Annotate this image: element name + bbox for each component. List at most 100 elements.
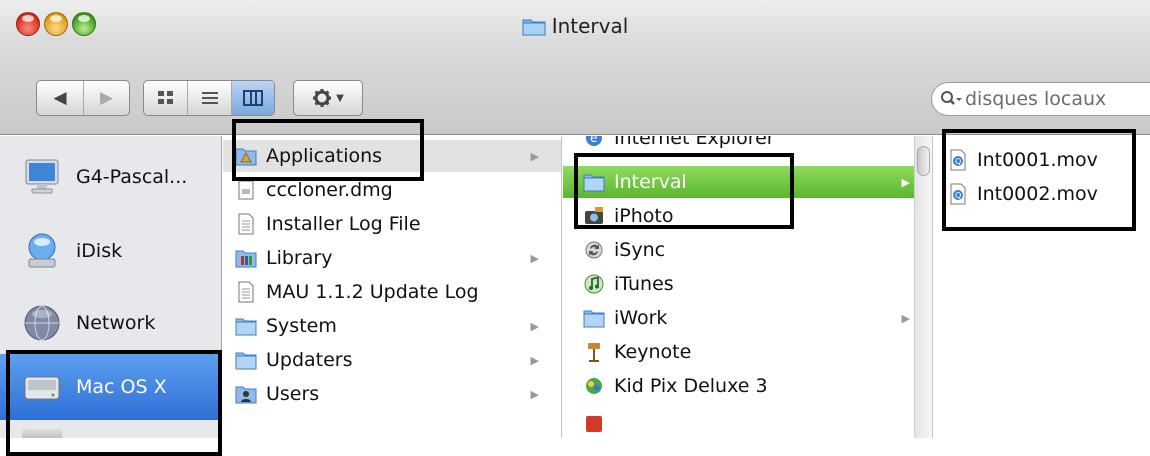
back-button[interactable]: ◀	[37, 81, 83, 115]
sidebar-item-label: iDisk	[76, 240, 123, 262]
row-label: Internet Explorer	[614, 136, 775, 149]
list-item[interactable]: Keynote	[563, 336, 932, 368]
disclosure-arrow-icon: ▶	[530, 149, 539, 163]
svg-text:Q: Q	[955, 157, 961, 166]
back-arrow-icon: ◀	[53, 88, 67, 108]
list-item[interactable]: cccloner.dmg	[223, 174, 561, 206]
row-label: MAU 1.1.2 Update Log	[266, 281, 479, 303]
search-field[interactable]: disques locaux	[931, 82, 1150, 116]
row-label: iWork	[614, 307, 668, 329]
row-label: cccloner.dmg	[266, 179, 393, 201]
window-title: Interval	[551, 14, 629, 38]
scrollbar-thumb[interactable]	[917, 146, 930, 176]
sidebar-item-partial	[22, 426, 62, 438]
list-item[interactable]: Library ▶	[223, 242, 561, 274]
row-label: Kid Pix Deluxe 3	[614, 375, 768, 397]
finder-content: G4-Pascal... iDisk Network Mac OS X Appl…	[0, 136, 1150, 438]
row-label: System	[266, 315, 337, 337]
row-label: Interval	[614, 171, 687, 193]
column-view-icon	[242, 90, 263, 106]
row-label: iPhoto	[614, 205, 674, 227]
folder-icon	[235, 350, 257, 370]
navigation-buttons: ◀ ▶	[36, 80, 130, 116]
app-icon	[583, 413, 605, 435]
keynote-icon	[583, 341, 605, 363]
disclosure-arrow-icon: ▶	[901, 311, 910, 325]
chevron-down-icon: ▼	[336, 92, 344, 104]
action-button[interactable]: ▼	[294, 81, 362, 115]
disk-image-icon	[235, 179, 257, 201]
folder-icon	[583, 308, 605, 328]
search-placeholder: disques locaux	[965, 88, 1107, 110]
movie-file-icon: Q	[948, 183, 968, 205]
disclosure-arrow-icon: ▶	[530, 353, 539, 367]
sidebar: G4-Pascal... iDisk Network Mac OS X	[0, 136, 222, 438]
sidebar-item-mac-os-x[interactable]: Mac OS X	[0, 354, 222, 420]
folder-icon	[522, 16, 546, 36]
list-item[interactable]: Kid Pix Deluxe 3	[563, 370, 932, 402]
window-toolbar: Interval ◀ ▶ ▼ disques locaux	[0, 0, 1150, 135]
svg-text:e: e	[590, 136, 597, 145]
list-item[interactable]: Applications ▶	[223, 140, 561, 172]
list-item[interactable]: Q Int0001.mov	[934, 144, 1150, 176]
itunes-icon	[583, 273, 605, 295]
isync-icon	[583, 239, 605, 261]
hard-drive-icon	[22, 367, 62, 407]
list-item[interactable]: Updaters ▶	[223, 344, 561, 376]
library-folder-icon	[235, 248, 257, 268]
sidebar-item-network[interactable]: Network	[0, 290, 222, 356]
iphoto-icon	[583, 205, 605, 227]
forward-arrow-icon: ▶	[99, 88, 114, 108]
sidebar-item-idisk[interactable]: iDisk	[0, 218, 222, 284]
column-root: Applications ▶ cccloner.dmg Installer Lo…	[223, 136, 562, 438]
action-menu-button[interactable]: ▼	[293, 80, 363, 116]
list-item[interactable]: iPhoto	[563, 200, 932, 232]
title-bar: Interval	[0, 14, 1150, 40]
row-label: Keynote	[614, 341, 692, 363]
list-item[interactable]: Q Int0002.mov	[934, 178, 1150, 210]
idisk-icon	[22, 231, 62, 271]
list-item[interactable]: MAU 1.1.2 Update Log	[223, 276, 561, 308]
vertical-scrollbar[interactable]	[914, 136, 932, 438]
list-view-button[interactable]	[187, 81, 230, 115]
row-label: Library	[266, 247, 333, 269]
list-item-partial[interactable]	[563, 408, 932, 438]
disclosure-arrow-icon: ▶	[530, 319, 539, 333]
forward-button[interactable]: ▶	[82, 81, 129, 115]
sidebar-item-label: Network	[76, 312, 156, 334]
row-label: iSync	[614, 239, 666, 261]
internet-explorer-icon: e	[583, 136, 605, 149]
list-item[interactable]: System ▶	[223, 310, 561, 342]
users-folder-icon	[235, 384, 257, 404]
list-item[interactable]: e Internet Explorer	[563, 136, 932, 154]
row-label: Applications	[266, 145, 383, 167]
row-label: Int0001.mov	[977, 149, 1098, 171]
icon-view-button[interactable]	[144, 81, 187, 115]
row-label: Users	[266, 383, 320, 405]
sidebar-item-g4-pascal[interactable]: G4-Pascal...	[0, 144, 222, 210]
folder-icon	[235, 316, 257, 336]
document-icon	[235, 281, 257, 303]
list-item[interactable]: Users ▶	[223, 378, 561, 410]
disclosure-arrow-icon: ▶	[530, 387, 539, 401]
list-item[interactable]: Installer Log File	[223, 208, 561, 240]
document-icon	[235, 213, 257, 235]
column-interval: Q Int0001.mov Q Int0002.mov	[934, 136, 1150, 438]
column-view-button[interactable]	[230, 81, 274, 115]
column-applications: e Internet Explorer Interval ▶ iPhoto iS…	[563, 136, 933, 438]
sidebar-item-label: Mac OS X	[76, 376, 167, 398]
list-item[interactable]: iSync	[563, 234, 932, 266]
list-item[interactable]: iTunes	[563, 268, 932, 300]
disclosure-arrow-icon: ▶	[901, 175, 910, 189]
row-label: Updaters	[266, 349, 353, 371]
row-label: Installer Log File	[266, 213, 421, 235]
disclosure-arrow-icon: ▶	[530, 251, 539, 265]
icon-view-icon	[157, 90, 175, 106]
globe-icon	[22, 303, 62, 343]
list-item[interactable]: iWork ▶	[563, 302, 932, 334]
gear-icon	[312, 88, 332, 108]
search-icon	[940, 90, 962, 108]
list-item[interactable]: Interval ▶	[563, 166, 932, 198]
sidebar-item-label: G4-Pascal...	[76, 166, 188, 188]
view-switcher	[143, 80, 275, 116]
